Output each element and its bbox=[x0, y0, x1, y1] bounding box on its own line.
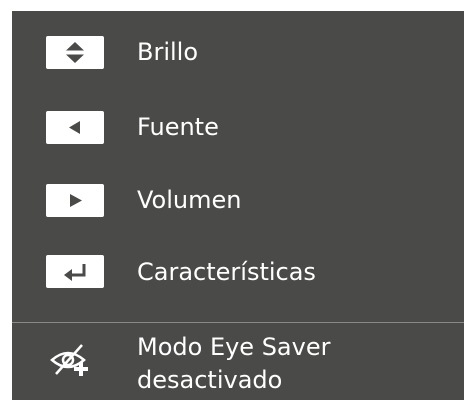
left-arrow-icon bbox=[46, 111, 104, 144]
menu-item-label: Características bbox=[137, 258, 316, 286]
osd-guide-panel: Brillo Fuente Volumen Características Mo… bbox=[12, 11, 464, 400]
divider bbox=[12, 322, 464, 323]
menu-item-brightness[interactable]: Brillo bbox=[12, 33, 464, 73]
eye-saver-off-icon bbox=[48, 340, 104, 384]
eye-saver-status-line1: Modo Eye Saver bbox=[137, 333, 331, 361]
menu-item-features[interactable]: Características bbox=[12, 253, 464, 293]
up-down-arrows-icon bbox=[46, 36, 104, 69]
menu-item-label: Brillo bbox=[137, 38, 199, 66]
menu-item-label: Fuente bbox=[137, 113, 219, 141]
menu-item-volume[interactable]: Volumen bbox=[12, 181, 464, 221]
menu-item-label: Volumen bbox=[137, 186, 242, 214]
eye-saver-status: Modo Eye Saver desactivado bbox=[137, 331, 330, 397]
enter-return-icon bbox=[46, 255, 104, 288]
right-arrow-icon bbox=[46, 184, 104, 217]
menu-item-source[interactable]: Fuente bbox=[12, 108, 464, 148]
eye-saver-status-line2: desactivado bbox=[137, 366, 283, 394]
